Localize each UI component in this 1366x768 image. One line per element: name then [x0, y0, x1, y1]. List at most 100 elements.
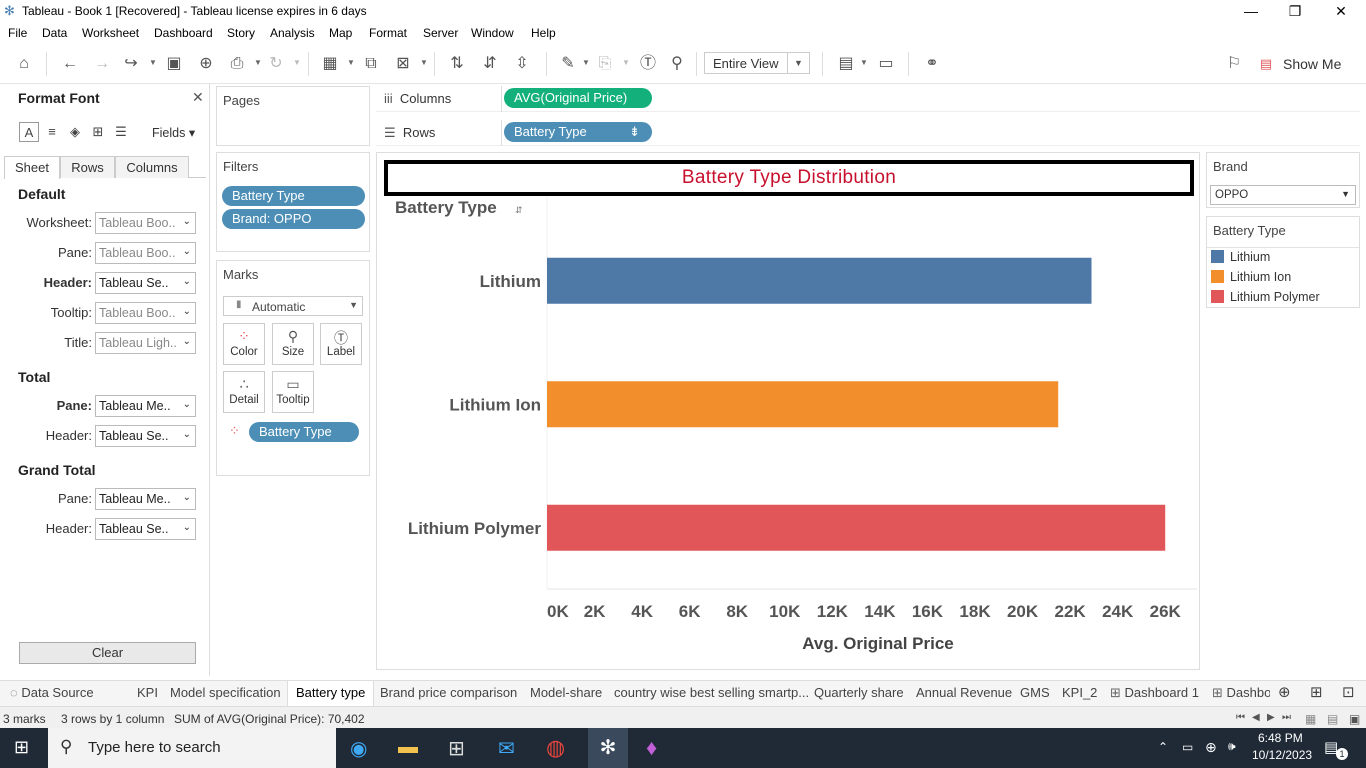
brand-filter-dropdown[interactable]: OPPO ▼: [1210, 185, 1356, 205]
mail-icon[interactable]: ✉: [498, 736, 515, 761]
tableau-taskbar-icon[interactable]: ✻: [588, 728, 628, 768]
legend-item-lithium-ion[interactable]: Lithium Ion: [1211, 270, 1291, 284]
last-page-icon[interactable]: ⏭: [1282, 712, 1291, 723]
show-me-button[interactable]: Show Me: [1283, 56, 1341, 72]
chrome-icon[interactable]: ◍: [546, 735, 565, 761]
filmstrip-view-icon[interactable]: ▤: [1327, 712, 1338, 726]
shading-icon[interactable]: ◈: [65, 122, 85, 142]
title-font-select[interactable]: Tableau Ligh.. ⌄: [95, 332, 196, 354]
network-icon[interactable]: ⊕: [1205, 739, 1217, 756]
tab-rows[interactable]: Rows: [60, 156, 115, 178]
prev-page-icon[interactable]: ◀: [1252, 712, 1260, 723]
color-pill-battery-type[interactable]: Battery Type: [249, 422, 359, 442]
grand-total-header-font-select[interactable]: Tableau Se.. ⌄: [95, 518, 196, 540]
clock-time[interactable]: 6:48 PM: [1258, 731, 1303, 745]
font-icon[interactable]: A: [19, 122, 39, 142]
size-button[interactable]: ⚲ Size: [272, 323, 314, 365]
undo-icon[interactable]: ←: [60, 54, 80, 74]
borders-icon[interactable]: ⊞: [88, 122, 108, 142]
alignment-icon[interactable]: ≡: [42, 122, 62, 142]
columns-pill-avg-price[interactable]: AVG(Original Price): [504, 88, 652, 108]
grid-view-icon[interactable]: ▦: [1305, 712, 1316, 726]
tray-chevron-icon[interactable]: ⌃: [1158, 740, 1168, 754]
show-me-icon[interactable]: ▤: [1258, 54, 1274, 74]
format-painter-icon[interactable]: ⚐: [1224, 54, 1244, 74]
legend-item-lithium[interactable]: Lithium: [1211, 250, 1270, 264]
menu-server[interactable]: Server: [423, 26, 458, 40]
view-fit-dropdown[interactable]: Entire View ▼: [704, 52, 810, 74]
menu-worksheet[interactable]: Worksheet: [82, 26, 139, 40]
menu-window[interactable]: Window: [471, 26, 514, 40]
replay-icon[interactable]: ↪: [121, 54, 141, 74]
restore-button[interactable]: ❐: [1280, 2, 1310, 20]
pane-font-select[interactable]: Tableau Boo.. ⌄: [95, 242, 196, 264]
clear-sheet-icon[interactable]: ⊠: [393, 54, 413, 74]
rows-drop-zone[interactable]: Battery Type ⇟: [501, 120, 1358, 146]
tab-data-source[interactable]: ◌ Data Source: [10, 681, 94, 706]
share-icon[interactable]: ⚭: [922, 54, 942, 74]
filter-pill-brand[interactable]: Brand: OPPO: [222, 209, 365, 229]
sort-ascending-icon[interactable]: ⇵: [480, 54, 500, 74]
detail-button[interactable]: ∴ Detail: [223, 371, 265, 413]
menu-map[interactable]: Map: [329, 26, 352, 40]
total-header-font-select[interactable]: Tableau Se.. ⌄: [95, 425, 196, 447]
menu-help[interactable]: Help: [531, 26, 556, 40]
columns-drop-zone[interactable]: AVG(Original Price): [501, 86, 1358, 112]
show-labels-icon[interactable]: Ⓣ: [638, 54, 658, 74]
menu-story[interactable]: Story: [227, 26, 255, 40]
clear-button[interactable]: Clear: [19, 642, 196, 664]
next-page-icon[interactable]: ▶: [1267, 712, 1275, 723]
sheet-tab-country-wise[interactable]: country wise best selling smartp...: [614, 681, 809, 706]
windows-start-icon[interactable]: ⊞: [14, 737, 29, 758]
tab-sheet[interactable]: Sheet: [4, 156, 60, 179]
group-icon[interactable]: ⎘: [595, 54, 615, 74]
menu-data[interactable]: Data: [42, 26, 67, 40]
close-window-button[interactable]: ✕: [1326, 2, 1356, 20]
lines-icon[interactable]: ☰: [111, 122, 131, 142]
new-worksheet-icon[interactable]: ▦: [320, 54, 340, 74]
taskbar-search[interactable]: ⚲ Type here to search: [48, 728, 336, 768]
sheet-tab-brand-price-comparison[interactable]: Brand price comparison: [380, 681, 517, 706]
sheet-tab-battery-type[interactable]: Battery type: [287, 681, 375, 707]
pages-shelf[interactable]: Pages: [216, 86, 370, 146]
mark-type-dropdown[interactable]: ▮ Automatic ▼: [223, 296, 363, 316]
store-icon[interactable]: ⊞: [448, 736, 465, 761]
view-title-box[interactable]: Battery Type Distribution: [384, 160, 1194, 196]
label-button[interactable]: Ⓣ Label: [320, 323, 362, 365]
sort-descending-icon[interactable]: ⇳: [512, 54, 532, 74]
highlight-icon[interactable]: ✎: [558, 54, 578, 74]
tab-view-icon[interactable]: ▣: [1349, 712, 1360, 726]
menu-format[interactable]: Format: [369, 26, 407, 40]
legend-item-lithium-polymer[interactable]: Lithium Polymer: [1211, 290, 1320, 304]
worksheet-font-select[interactable]: Tableau Boo.. ⌄: [95, 212, 196, 234]
redo-icon[interactable]: →: [92, 54, 112, 74]
save-icon[interactable]: ▣: [164, 54, 184, 74]
swap-rows-columns-icon[interactable]: ⇅: [447, 54, 467, 74]
presentation-icon[interactable]: ▭: [876, 54, 896, 74]
sheet-tab-gms[interactable]: GMS: [1020, 681, 1050, 706]
refresh-icon[interactable]: ↻: [266, 54, 286, 74]
battery-icon[interactable]: ▭: [1182, 740, 1193, 754]
new-worksheet-tab-icon[interactable]: ⊞: [1310, 681, 1323, 706]
first-page-icon[interactable]: ⏮: [1236, 712, 1245, 723]
new-dashboard-tab-icon[interactable]: ⊡: [1342, 681, 1355, 706]
sheet-tab-quarterly-share[interactable]: Quarterly share: [814, 681, 904, 706]
new-datasource-icon[interactable]: ⊕: [196, 54, 216, 74]
color-button[interactable]: ⁘ Color: [223, 323, 265, 365]
tooltip-font-select[interactable]: Tableau Boo.. ⌄: [95, 302, 196, 324]
sheet-tab-kpi-2[interactable]: KPI_2: [1062, 681, 1097, 706]
sheet-tab-kpi[interactable]: KPI: [137, 681, 158, 706]
total-pane-font-select[interactable]: Tableau Me.. ⌄: [95, 395, 196, 417]
file-explorer-icon[interactable]: ▬: [398, 736, 418, 759]
header-font-select[interactable]: Tableau Se.. ⌄: [95, 272, 196, 294]
sheet-tab-model-specification[interactable]: Model specification: [170, 681, 281, 706]
pin-icon[interactable]: ⚲: [667, 54, 687, 74]
sheet-tab-dashboard-2[interactable]: ⊞ Dashbo: [1212, 681, 1270, 706]
duplicate-sheet-icon[interactable]: ⧉: [361, 54, 381, 74]
paint-icon[interactable]: ♦: [646, 735, 657, 761]
volume-icon[interactable]: 🕪: [1228, 739, 1236, 754]
pause-updates-icon[interactable]: ⎙: [227, 54, 247, 74]
menu-dashboard[interactable]: Dashboard: [154, 26, 213, 40]
clock-date[interactable]: 10/12/2023: [1252, 748, 1312, 762]
grand-total-pane-font-select[interactable]: Tableau Me.. ⌄: [95, 488, 196, 510]
